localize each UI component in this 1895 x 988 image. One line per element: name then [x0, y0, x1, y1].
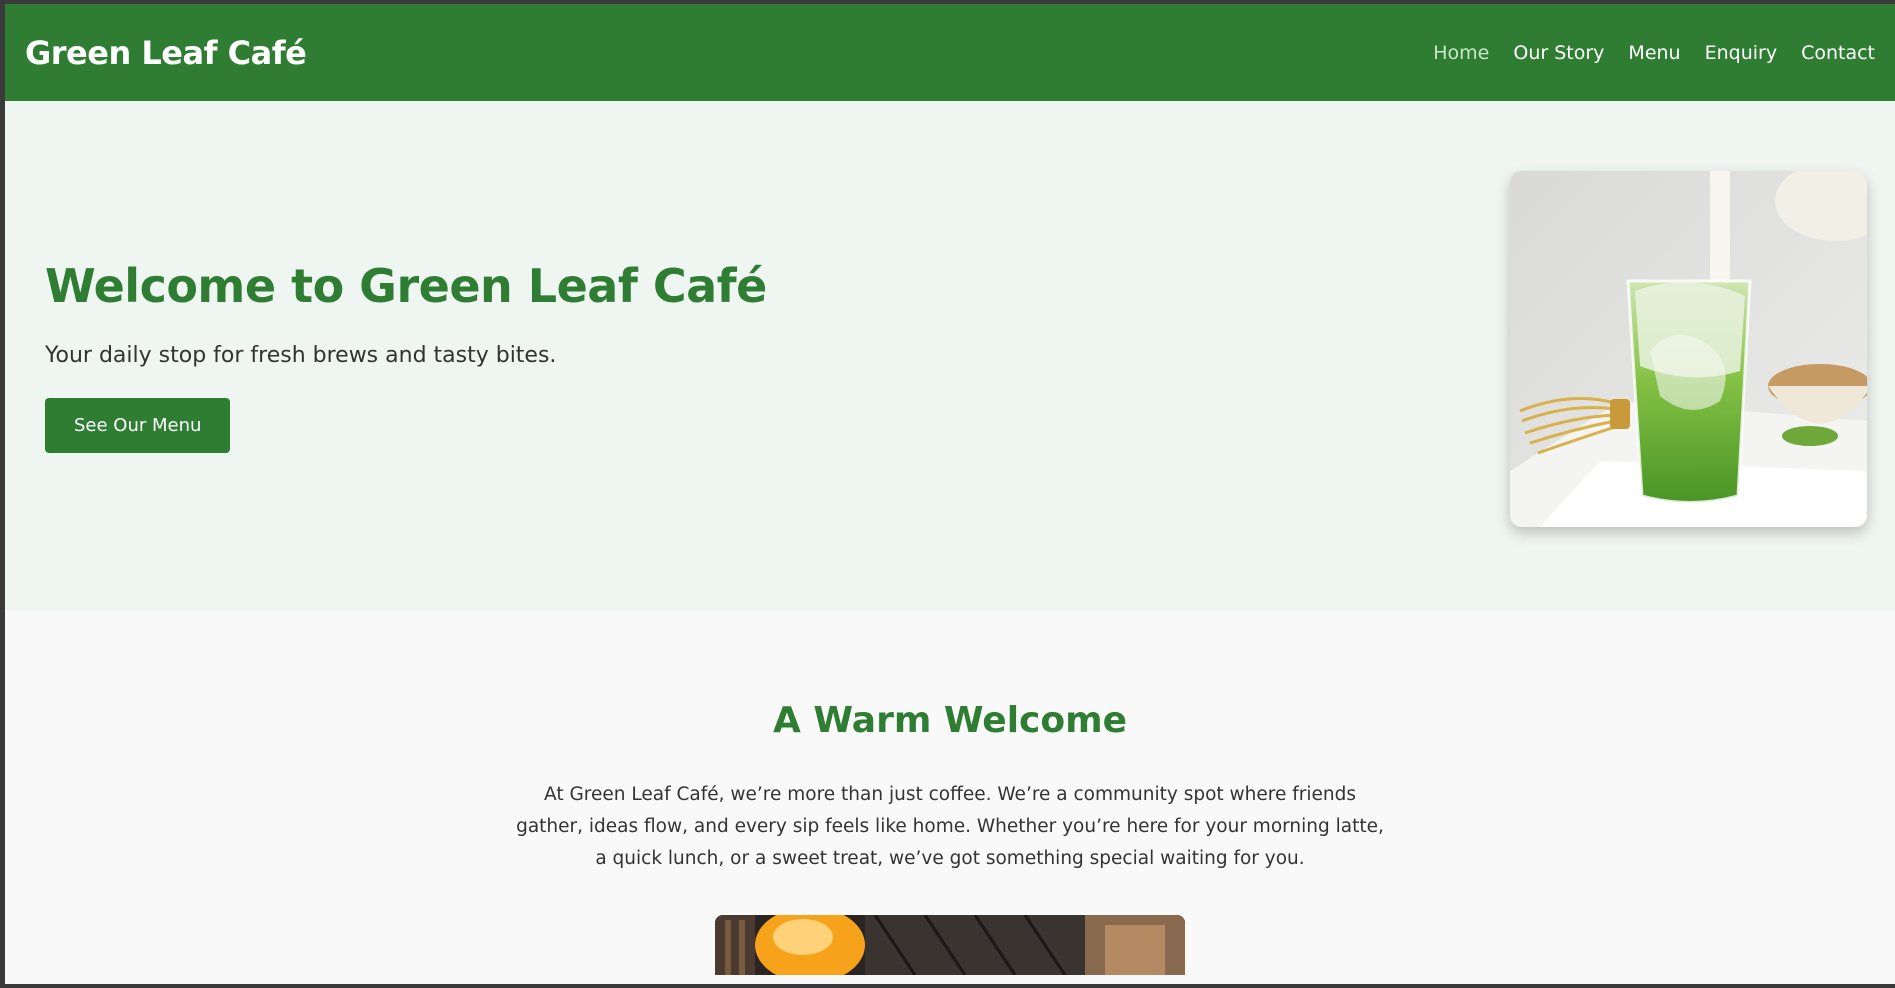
welcome-title: A Warm Welcome [772, 700, 1128, 741]
hero-title: Welcome to Green Leaf Café [45, 259, 767, 313]
cafe-interior-image [715, 915, 1185, 975]
matcha-latte-photo-icon [1510, 171, 1867, 527]
nav-link-enquiry[interactable]: Enquiry [1705, 42, 1777, 64]
see-menu-button[interactable]: See Our Menu [45, 398, 231, 453]
welcome-paragraph: At Green Leaf Café, we’re more than just… [516, 784, 1384, 869]
hero-subtitle: Your daily stop for fresh brews and tast… [45, 343, 557, 368]
nav-link-menu[interactable]: Menu [1628, 42, 1680, 64]
nav-link-home[interactable]: Home [1433, 42, 1489, 64]
top-navbar: Green Leaf Café Home Our Story Menu Enqu… [5, 4, 1895, 101]
nav-links: Home Our Story Menu Enquiry Contact [1409, 42, 1875, 64]
site-brand[interactable]: Green Leaf Café [25, 34, 307, 72]
welcome-section: A Warm Welcome At Green Leaf Café, we’re… [5, 610, 1895, 975]
nav-link-contact[interactable]: Contact [1801, 42, 1875, 64]
hero-section: Welcome to Green Leaf Café Your daily st… [5, 101, 1895, 610]
hero-text-block: Welcome to Green Leaf Café Your daily st… [45, 259, 767, 453]
iced-matcha-latte-image [1510, 171, 1867, 527]
browser-viewport: Green Leaf Café Home Our Story Menu Enqu… [5, 4, 1895, 984]
cafe-interior-photo-icon [715, 915, 1185, 975]
nav-link-our-story[interactable]: Our Story [1513, 42, 1604, 64]
